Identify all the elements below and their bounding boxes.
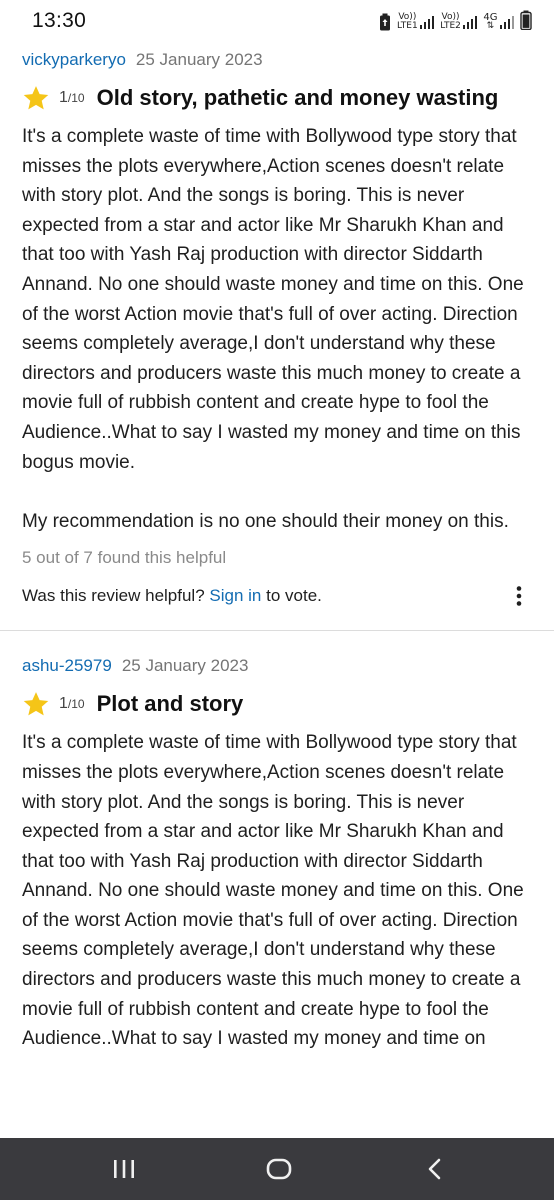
home-icon bbox=[266, 1158, 292, 1180]
sign-in-link[interactable]: Sign in bbox=[209, 586, 261, 605]
home-button[interactable] bbox=[259, 1152, 299, 1186]
signal-bars-icon bbox=[462, 15, 478, 29]
data-arrows-icon: ⇅ bbox=[486, 21, 495, 31]
review-meta: vickyparkeryo 25 January 2023 bbox=[22, 48, 532, 72]
review-body: It's a complete waste of time with Bolly… bbox=[22, 122, 532, 536]
review-author-link[interactable]: vickyparkeryo bbox=[22, 50, 126, 69]
back-icon bbox=[428, 1158, 441, 1180]
review-paragraph: My recommendation is no one should their… bbox=[22, 510, 509, 532]
rating-max: /10 bbox=[67, 91, 85, 105]
review-body: It's a complete waste of time with Bolly… bbox=[22, 728, 532, 1054]
vote-suffix: to vote. bbox=[266, 586, 322, 606]
recent-apps-button[interactable] bbox=[104, 1152, 144, 1186]
review-date: 25 January 2023 bbox=[135, 50, 263, 69]
data-network: 4G ⇅ bbox=[483, 13, 514, 31]
sim1-lte-label: LTE1 bbox=[397, 21, 418, 31]
rating-score: 1 bbox=[59, 695, 68, 713]
more-vertical-icon[interactable] bbox=[512, 585, 526, 607]
signal-bars-icon bbox=[419, 15, 435, 29]
screen: vickyparkeryo 25 January 2023 1/10 Old st… bbox=[0, 0, 554, 1200]
status-icons: Vo)) LTE1 Vo)) LTE2 4G ⇅ bbox=[379, 10, 532, 34]
rating-max: /10 bbox=[67, 697, 85, 712]
back-button[interactable] bbox=[414, 1152, 454, 1186]
sim2-signal: Vo)) LTE2 bbox=[440, 13, 478, 31]
review-card: ashu-25979 25 January 2023 1/10 Plot and … bbox=[0, 631, 554, 1054]
review-author-link[interactable]: ashu-25979 bbox=[22, 656, 112, 675]
signal-bars-icon bbox=[499, 15, 514, 29]
review-paragraph: It's a complete waste of time with Bolly… bbox=[22, 732, 524, 1050]
helpful-count: 5 out of 7 found this helpful bbox=[22, 548, 227, 568]
review-date: 25 January 2023 bbox=[121, 656, 249, 676]
rating-row: 1/10 Old story, pathetic and money wasti… bbox=[22, 78, 532, 118]
system-nav-bar bbox=[0, 1138, 554, 1200]
vote-prompt: Was this review helpful? bbox=[22, 586, 205, 606]
recent-apps-icon bbox=[114, 1160, 134, 1178]
status-bar: 13:30 Vo)) LTE1 Vo)) LTE2 4G ⇅ bbox=[0, 0, 554, 44]
battery-saver-icon bbox=[379, 13, 391, 31]
review-card: vickyparkeryo 25 January 2023 1/10 Old st… bbox=[0, 0, 554, 632]
vote-row: Was this review helpful? Sign in to vote… bbox=[22, 582, 532, 630]
sim2-lte-label: LTE2 bbox=[440, 21, 461, 31]
star-icon bbox=[23, 692, 49, 716]
star-icon bbox=[23, 86, 49, 110]
rating-row: 1/10 Plot and story bbox=[22, 684, 532, 724]
review-title: Old story, pathetic and money wasting bbox=[96, 85, 499, 110]
sim1-signal: Vo)) LTE1 bbox=[397, 13, 435, 31]
review-meta: ashu-25979 25 January 2023 bbox=[22, 654, 532, 678]
rating-score: 1 bbox=[59, 89, 68, 106]
review-list[interactable]: vickyparkeryo 25 January 2023 1/10 Old st… bbox=[0, 0, 554, 1054]
status-time: 13:30 bbox=[32, 9, 87, 32]
battery-icon bbox=[520, 10, 532, 35]
review-paragraph: It's a complete waste of time with Bolly… bbox=[22, 126, 524, 473]
review-title: Plot and story bbox=[96, 691, 244, 717]
